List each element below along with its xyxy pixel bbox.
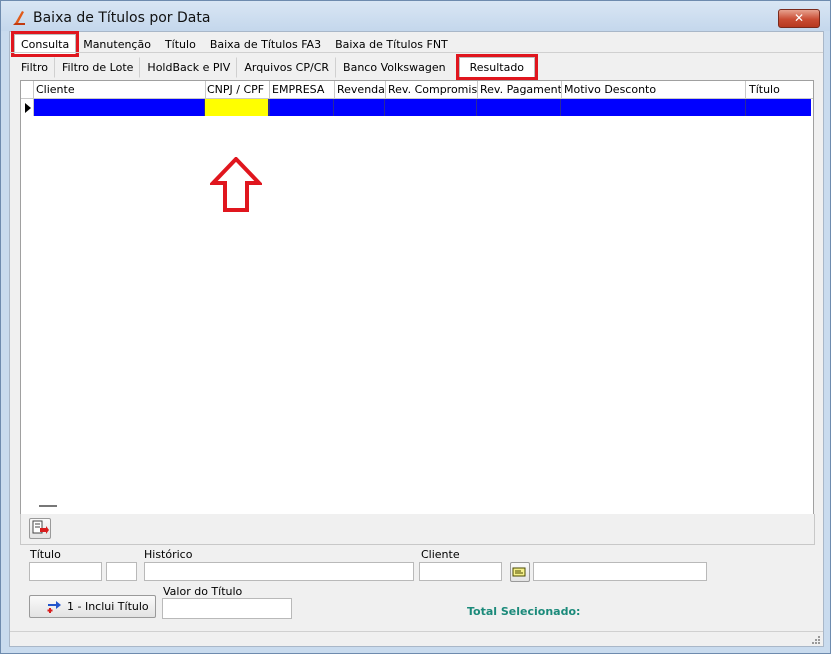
valor-label: Valor do Título — [163, 585, 243, 598]
result-grid[interactable]: Cliente CNPJ / CPF EMPRESA Revenda Rev. … — [20, 80, 814, 516]
historico-label: Histórico — [144, 548, 193, 561]
column-rev-pagamento[interactable]: Rev. Pagamento — [478, 81, 562, 98]
cell-cliente[interactable] — [34, 99, 205, 116]
cliente-name-input[interactable] — [533, 562, 707, 581]
row-indicator — [21, 99, 34, 116]
search-hand-icon — [512, 567, 526, 577]
tab-filtro-de-lote[interactable]: Filtro de Lote — [55, 57, 141, 78]
column-motivo-desconto[interactable]: Motivo Desconto — [562, 81, 746, 98]
cliente-input[interactable] — [419, 562, 502, 581]
cell-cnpj-cpf[interactable] — [205, 99, 270, 116]
tab-consulta[interactable]: Consulta — [10, 31, 80, 57]
tab-filtro[interactable]: Filtro — [14, 57, 55, 78]
application-window: Baixa de Títulos por Data ✕ Consulta Man… — [0, 0, 831, 654]
form-client-area: Consulta Manutenção Título Baixa de Títu… — [9, 31, 824, 647]
titulo-label: Título — [30, 548, 61, 561]
cliente-label: Cliente — [421, 548, 460, 561]
valor-input[interactable] — [162, 598, 292, 619]
column-titulo[interactable]: Título — [747, 81, 813, 98]
header-indicator — [21, 81, 34, 98]
window-title: Baixa de Títulos por Data — [33, 10, 211, 26]
grid-header: Cliente CNPJ / CPF EMPRESA Revenda Rev. … — [21, 81, 813, 99]
add-transfer-icon — [47, 601, 61, 613]
tab-resultado[interactable]: Resultado — [455, 54, 539, 80]
tab-banco-volkswagen[interactable]: Banco Volkswagen — [336, 57, 453, 78]
sub-tab-bar: Filtro Filtro de Lote HoldBack e PIV Arq… — [14, 54, 539, 80]
column-rev-compromisso[interactable]: Rev. Compromisso — [386, 81, 478, 98]
cell-motivo-desconto[interactable] — [561, 99, 746, 116]
tab-arquivos-cp-cr[interactable]: Arquivos CP/CR — [237, 57, 337, 78]
inclui-titulo-label: 1 - Inclui Título — [67, 600, 149, 613]
annotation-arrow-icon — [210, 157, 262, 212]
cell-rev-pagamento[interactable] — [477, 99, 561, 116]
cell-rev-compromisso[interactable] — [385, 99, 477, 116]
status-bar — [10, 631, 823, 646]
cliente-search-button[interactable] — [510, 562, 530, 582]
close-button[interactable]: ✕ — [778, 9, 820, 28]
title-bar: Baixa de Títulos por Data ✕ — [1, 1, 830, 31]
inclui-titulo-button[interactable]: 1 - Inclui Título — [29, 595, 156, 618]
cell-empresa[interactable] — [270, 99, 334, 116]
column-cnpj-cpf[interactable]: CNPJ / CPF — [205, 81, 270, 98]
export-button[interactable] — [29, 518, 51, 539]
tab-divider — [10, 52, 823, 53]
column-empresa[interactable]: EMPRESA — [270, 81, 335, 98]
total-selecionado-label: Total Selecionado: — [467, 605, 581, 618]
app-logo-icon — [13, 11, 25, 25]
tab-holdback-piv[interactable]: HoldBack e PIV — [140, 57, 238, 78]
titulo-input[interactable] — [29, 562, 102, 581]
column-revenda[interactable]: Revenda — [335, 81, 386, 98]
table-row[interactable] — [34, 99, 811, 116]
horizontal-scrollbar[interactable] — [39, 505, 57, 507]
titulo-suffix-input[interactable] — [106, 562, 137, 581]
cell-revenda[interactable] — [334, 99, 385, 116]
grid-toolbar — [20, 514, 815, 545]
column-cliente[interactable]: Cliente — [34, 81, 206, 98]
export-document-icon — [32, 520, 49, 534]
cell-titulo[interactable] — [746, 99, 811, 116]
historico-input[interactable] — [144, 562, 414, 581]
resize-grip-icon[interactable] — [811, 635, 821, 645]
